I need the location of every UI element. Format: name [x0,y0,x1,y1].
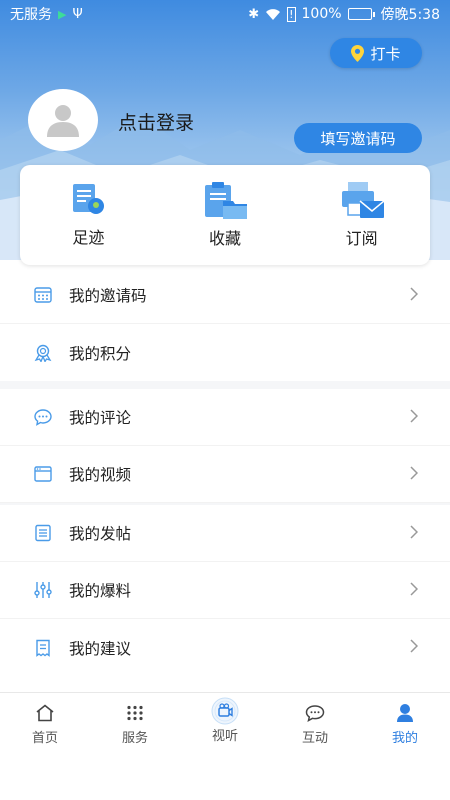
checkin-label: 打卡 [370,44,401,63]
printer-mail-icon [341,182,384,218]
chat-dots-icon [305,702,325,724]
tab-media[interactable]: 视听 [180,697,270,744]
profile-menu: 我的邀请码 我的积分 我的评论 我的视频 我的发帖 我的爆料 我的建议 [0,267,450,676]
carrier-text: 无服务 [10,7,52,23]
chevron-right-icon [410,409,418,423]
menu-item-comments[interactable]: 我的评论 [0,389,450,446]
chevron-right-icon [410,287,418,301]
menu-label: 我的评论 [69,409,132,427]
tab-mine[interactable]: 我的 [360,702,450,746]
chevron-right-icon [410,639,418,653]
menu-label: 我的视频 [69,466,132,484]
tab-label: 首页 [31,730,58,746]
document-list-icon [34,524,52,542]
tab-label: 视听 [211,728,238,744]
footprint-doc-icon [73,184,105,214]
medal-icon [34,344,52,362]
footprint-action[interactable]: 足迹 [38,182,138,248]
section-divider [0,381,450,389]
battery-percent: 100% [301,6,342,22]
clipboard-folder-icon [204,182,247,219]
clock-time: 傍晚5:38 [380,7,440,23]
video-window-icon [34,465,52,483]
menu-label: 我的邀请码 [69,287,147,305]
footprint-label: 足迹 [72,228,105,247]
nav-arrow-icon: ▶ [58,7,67,21]
tab-home[interactable]: 首页 [0,702,90,746]
fill-invite-code-button[interactable]: 填写邀请码 [294,123,422,153]
tab-label: 我的 [391,730,418,746]
wifi-icon [266,8,281,20]
location-pin-icon [351,44,365,62]
status-bar: 无服务 ▶ Ψ ✱ ! 100% 傍晚5:38 [0,0,450,28]
tab-interaction[interactable]: 互动 [270,702,360,746]
tab-label: 服务 [121,730,148,746]
bluetooth-icon: ✱ [248,6,260,22]
checkin-button[interactable]: 打卡 [330,38,422,68]
home-icon [35,702,55,724]
menu-label: 我的积分 [69,344,132,363]
tab-label: 互动 [301,730,328,746]
menu-label: 我的建议 [69,639,132,658]
camera-circle-icon [211,697,239,724]
chevron-right-icon [410,466,418,480]
usb-icon: Ψ [72,6,83,22]
subscribe-action[interactable]: 订阅 [312,181,412,249]
avatar[interactable] [28,89,98,151]
menu-item-suggestions[interactable]: 我的建议 [0,619,450,676]
menu-label: 我的发帖 [69,525,132,543]
login-prompt[interactable]: 点击登录 [118,108,194,135]
subscribe-label: 订阅 [345,229,378,248]
favorites-action[interactable]: 收藏 [175,181,275,249]
receipt-icon [34,639,52,657]
chevron-right-icon [410,582,418,596]
quick-actions-card: 足迹 收藏 订阅 [20,165,430,265]
menu-item-posts[interactable]: 我的发帖 [0,505,450,562]
tab-services[interactable]: 服务 [90,702,180,746]
battery-icon [347,8,375,20]
menu-label: 我的爆料 [69,582,132,600]
menu-item-points[interactable]: 我的积分 [0,324,450,381]
grid-dots-icon [126,702,144,724]
bottom-tab-bar: 首页 服务 视听 互动 我的 [0,692,450,754]
menu-item-tips[interactable]: 我的爆料 [0,562,450,619]
menu-item-videos[interactable]: 我的视频 [0,446,450,503]
person-icon [396,702,414,724]
chat-bubble-icon [34,408,52,426]
chevron-right-icon [410,525,418,539]
favorites-label: 收藏 [208,229,241,248]
menu-item-invite-code[interactable]: 我的邀请码 [0,267,450,324]
sliders-icon [34,581,52,599]
calendar-grid-icon [34,286,52,304]
default-user-icon [47,105,79,137]
battery-saver-icon: ! [287,6,296,22]
